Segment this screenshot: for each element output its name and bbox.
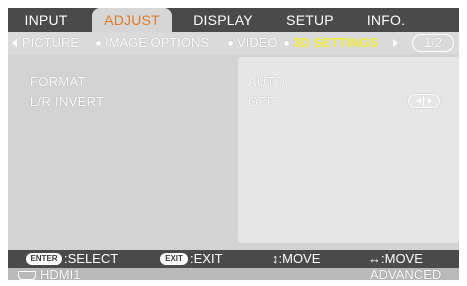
picture-mode: ADVANCED	[370, 267, 442, 281]
left-right-adjust-icon[interactable]	[408, 94, 440, 108]
separator-dot-icon	[96, 41, 101, 46]
settings-panel: FORMAT AUTO L/R INVERT OFF	[8, 54, 459, 250]
exit-key-icon: EXIT	[160, 253, 188, 265]
help-bar: ENTER :SELECT EXIT :EXIT ↕:MOVE ↔:MOVE	[8, 250, 459, 268]
tab-setup[interactable]: SETUP	[278, 8, 342, 32]
enter-key-icon: ENTER	[26, 253, 62, 265]
source-input: HDMI1	[40, 267, 81, 281]
main-tab-bar: INPUT ADJUST DISPLAY SETUP INFO.	[8, 8, 459, 32]
help-exit: :EXIT	[190, 251, 223, 266]
tab-adjust[interactable]: ADJUST	[92, 8, 172, 32]
format-label[interactable]: FORMAT	[30, 74, 86, 89]
lr-invert-label[interactable]: L/R INVERT	[30, 94, 104, 109]
sub-tab-bar: PICTURE IMAGE OPTIONS VIDEO 3D SETTINGS …	[8, 32, 459, 54]
separator-dot-icon	[228, 41, 233, 46]
scroll-left-icon[interactable]	[12, 39, 17, 47]
subtab-picture[interactable]: PICTURE	[22, 32, 79, 54]
page-indicator: 1/2	[412, 34, 454, 52]
separator-dot-icon	[284, 41, 289, 46]
format-value[interactable]: AUTO	[248, 74, 285, 89]
projector-osd-menu: INPUT ADJUST DISPLAY SETUP INFO. PICTURE…	[8, 8, 459, 280]
subtab-video[interactable]: VIDEO	[237, 32, 277, 54]
scroll-right-icon[interactable]	[393, 39, 398, 47]
subtab-image-options[interactable]: IMAGE OPTIONS	[105, 32, 209, 54]
lr-invert-value[interactable]: OFF	[248, 94, 275, 109]
source-bar: HDMI1 ADVANCED	[8, 268, 459, 280]
tab-input[interactable]: INPUT	[14, 8, 78, 32]
tab-display[interactable]: DISPLAY	[184, 8, 262, 32]
help-select: :SELECT	[64, 251, 119, 266]
hdmi-icon	[18, 271, 36, 280]
help-move-horizontal: ↔:MOVE	[368, 251, 423, 266]
help-move-vertical: ↕:MOVE	[272, 251, 321, 266]
subtab-3d-settings[interactable]: 3D SETTINGS	[293, 32, 378, 54]
tab-info[interactable]: INFO.	[356, 8, 416, 32]
